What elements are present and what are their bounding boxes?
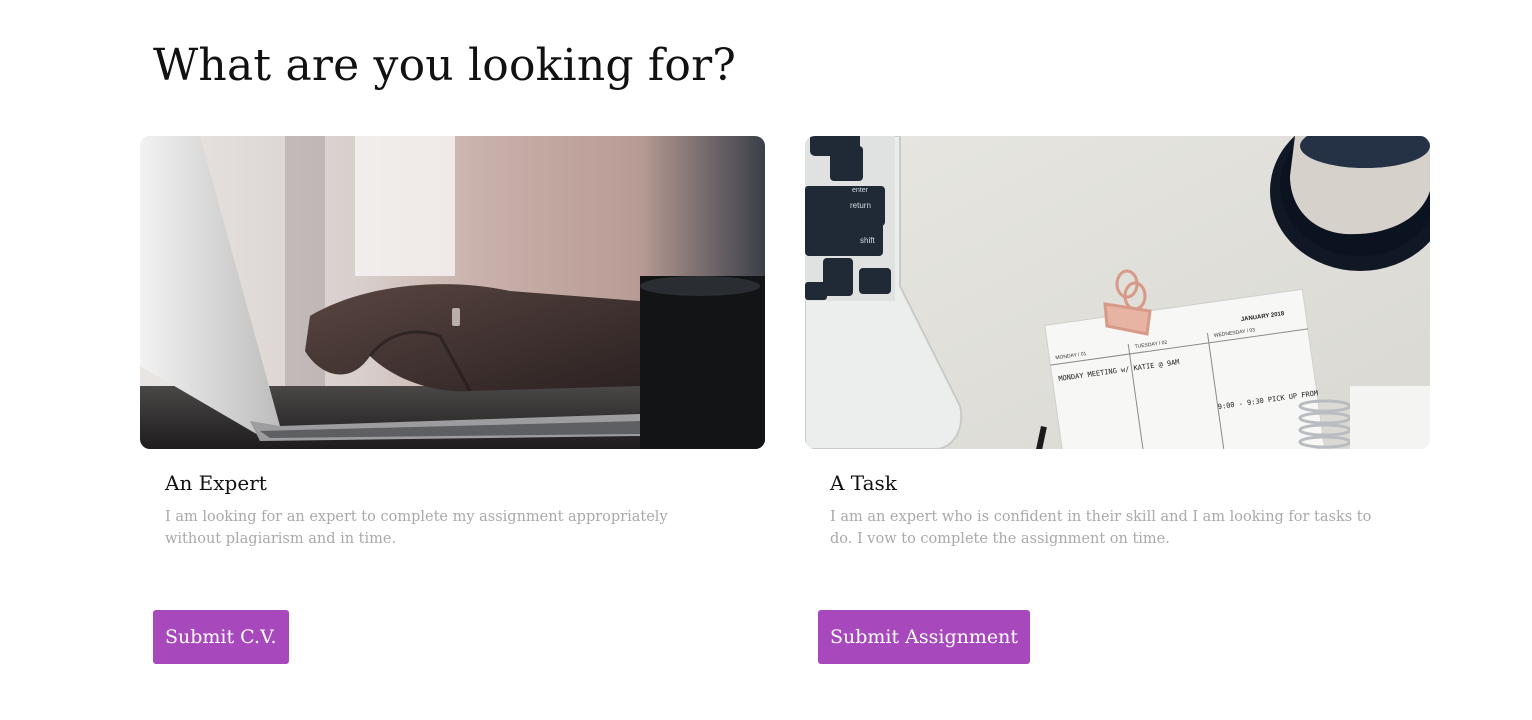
key-enter-label: enter	[852, 187, 869, 194]
card-title: An Expert	[165, 471, 267, 495]
card-description: I am an expert who is confident in their…	[830, 509, 1372, 547]
card-description: I am looking for an expert to complete m…	[165, 509, 668, 547]
submit-assignment-button[interactable]: Submit Assignment	[818, 610, 1031, 664]
key-shift-label: shift	[860, 236, 875, 245]
expert-photo	[140, 136, 765, 449]
card-expert: An Expert I am looking for an expert to …	[140, 136, 765, 664]
page: What are you looking for? An Expert I am…	[0, 0, 1532, 720]
card-task: enter return shift MONDAY / 01 TUESDAY /…	[805, 136, 1430, 664]
page-title: What are you looking for?	[153, 40, 737, 91]
task-photo: enter return shift MONDAY / 01 TUESDAY /…	[805, 136, 1430, 449]
card-title: A Task	[830, 471, 897, 495]
submit-cv-button[interactable]: Submit C.V.	[153, 610, 289, 664]
key-return-label: return	[850, 201, 871, 210]
